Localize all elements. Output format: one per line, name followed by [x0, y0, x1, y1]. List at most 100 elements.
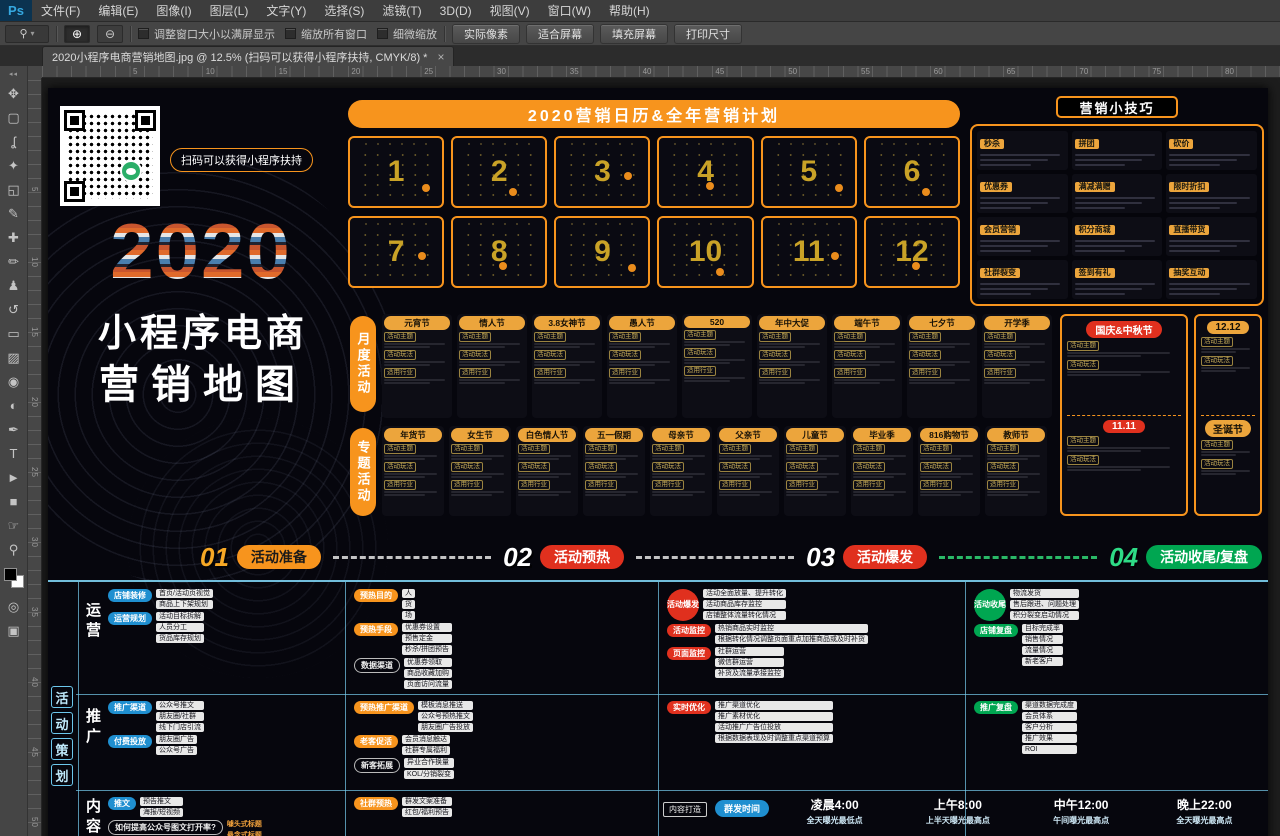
mindmap-node: 预热推广渠道 [354, 701, 414, 714]
quick-selection-tool[interactable]: ✦ [4, 157, 24, 174]
rail-character: 划 [51, 764, 73, 786]
activity-name: 情人节 [459, 316, 525, 330]
document-tab[interactable]: 2020小程序电商营销地图.jpg @ 12.5% (扫码可以获得小程序扶持, … [42, 46, 454, 66]
tip-item: 会员营销 [977, 217, 1068, 256]
option-checkbox[interactable]: 细微缩放 [377, 26, 437, 42]
mindmap-leaf: 群发文案准备 [402, 797, 452, 806]
text-skeleton [1075, 250, 1126, 252]
tip-item: 优惠券 [977, 174, 1068, 213]
text-skeleton [384, 379, 445, 381]
option-button[interactable]: 填充屏幕 [600, 24, 668, 44]
healing-brush-tool[interactable]: ✚ [4, 229, 24, 246]
history-brush-tool[interactable]: ↺ [4, 301, 24, 318]
type-tool[interactable]: T [4, 445, 24, 462]
activity-card: 3.8女神节活动主题活动玩法适用行业 [532, 314, 602, 418]
menu-item[interactable]: 帮助(H) [600, 0, 659, 22]
dodge-tool[interactable]: ◐ [4, 397, 24, 414]
move-tool[interactable]: ✥ [4, 85, 24, 102]
eyedropper-tool[interactable]: ✎ [4, 205, 24, 222]
menu-item[interactable]: 文字(Y) [257, 0, 315, 22]
menu-item[interactable]: 滤镜(T) [373, 0, 430, 22]
timeline-note: 上半天曝光最高点 [900, 815, 1015, 826]
menu-item[interactable]: 3D(D) [431, 0, 481, 22]
menu-item[interactable]: 文件(F) [32, 0, 89, 22]
option-button[interactable]: 打印尺寸 [674, 24, 742, 44]
tool-preset-picker[interactable]: ⚲ ▾ [5, 25, 49, 43]
pen-tool[interactable]: ✒ [4, 421, 24, 438]
menu-item[interactable]: 编辑(E) [89, 0, 147, 22]
menu-item[interactable]: 图层(L) [201, 0, 258, 22]
month-number: 9 [556, 218, 648, 286]
path-selection-tool[interactable]: ► [4, 469, 24, 486]
text-skeleton [980, 202, 1048, 204]
marquee-tool[interactable]: ▢ [4, 109, 24, 126]
hand-tool[interactable]: ☞ [4, 517, 24, 534]
card-field: 活动玩法 [609, 350, 675, 366]
crop-tool[interactable]: ◱ [4, 181, 24, 198]
activity-card: 520活动主题活动玩法适用行业 [682, 314, 752, 418]
text-skeleton [534, 364, 580, 366]
eraser-tool[interactable]: ▭ [4, 325, 24, 342]
card-field: 活动主题 [759, 332, 825, 348]
text-skeleton [759, 364, 805, 366]
option-checkbox[interactable]: 缩放所有窗口 [285, 26, 367, 42]
text-skeleton [1067, 447, 1170, 449]
field-label: 活动主题 [920, 444, 952, 454]
zoom-out-button[interactable]: ⊖ [97, 25, 123, 43]
document-canvas[interactable]: 扫码可以获得小程序扶持 2020 小程序电商 营销地图 2020营销日历&全年营… [48, 88, 1268, 836]
clone-stamp-tool[interactable]: ♟ [4, 277, 24, 294]
close-icon[interactable]: × [437, 50, 444, 64]
zoom-in-button[interactable]: ⊕ [64, 25, 90, 43]
tip-label: 限时折扣 [1169, 182, 1209, 192]
field-label: 活动主题 [1067, 436, 1099, 446]
card-field: 活动玩法 [1201, 356, 1255, 372]
text-skeleton [384, 343, 445, 345]
activity-name: 11.11 [1103, 420, 1145, 433]
activity-card: 情人节活动主题活动玩法适用行业 [457, 314, 527, 418]
option-checkbox[interactable]: 调整窗口大小以满屏显示 [138, 26, 275, 42]
text-skeleton [534, 379, 595, 381]
menu-item[interactable]: 窗口(W) [539, 0, 600, 22]
gradient-tool[interactable]: ▨ [4, 349, 24, 366]
plan-cell: 实时优化推广渠道优化推广素材优化活动推广广告位投放根据数据表现及时调整重点渠道预… [663, 698, 961, 790]
phase-number: 02 [503, 542, 532, 573]
field-label: 活动玩法 [759, 350, 791, 360]
zoom-tool[interactable]: ⚲ [4, 541, 24, 558]
text-skeleton [1075, 202, 1143, 204]
card-field: 活动玩法 [518, 462, 576, 478]
text-skeleton [834, 364, 880, 366]
card-field: 活动主题 [1201, 337, 1255, 353]
plan-cell: 预热推广渠道模板消息推送公众号预热推文朋友圈广告投放老客促活会员消息触达社群专属… [350, 698, 654, 790]
text-skeleton [585, 455, 638, 457]
lasso-tool[interactable]: ʆ [4, 133, 24, 150]
text-skeleton [534, 382, 580, 384]
collapse-panel-icon[interactable]: ◂◂ [9, 70, 18, 78]
text-skeleton [1075, 288, 1143, 290]
text-skeleton [1201, 470, 1250, 472]
brush-tool[interactable]: ✏ [4, 253, 24, 270]
menu-item[interactable]: 选择(S) [315, 0, 373, 22]
menu-item[interactable]: 视图(V) [481, 0, 539, 22]
foreground-color-swatch[interactable] [4, 568, 17, 581]
quick-mask-button[interactable]: ◎ [4, 598, 24, 615]
menu-item[interactable]: 图像(I) [147, 0, 200, 22]
grid-divider [76, 694, 1268, 695]
text-skeleton [609, 364, 655, 366]
option-button[interactable]: 适合屏幕 [526, 24, 594, 44]
activity-card: 教师节活动主题活动玩法适用行业 [985, 426, 1047, 516]
activity-card: 五一假期活动主题活动玩法适用行业 [583, 426, 645, 516]
option-checkboxes: 调整窗口大小以满屏显示缩放所有窗口细微缩放 [138, 26, 437, 42]
mindmap-leaves: 朋友圈广告公众号广告 [156, 735, 197, 755]
blur-tool[interactable]: ◉ [4, 373, 24, 390]
text-skeleton [459, 361, 520, 363]
card-field: 适用行业 [786, 480, 844, 496]
field-label: 活动主题 [384, 444, 416, 454]
shape-tool[interactable]: ■ [4, 493, 24, 510]
highlight-dot [835, 184, 843, 192]
screen-mode-button[interactable]: ▣ [4, 622, 24, 639]
mindmap-leaf: 货品库存规划 [156, 634, 204, 643]
options-bar: ⚲ ▾ ⊕ ⊖ 调整窗口大小以满屏显示缩放所有窗口细微缩放 实际像素适合屏幕填充… [0, 22, 1280, 46]
field-label: 活动主题 [384, 332, 416, 342]
color-swatches[interactable] [4, 568, 24, 588]
option-button[interactable]: 实际像素 [452, 24, 520, 44]
